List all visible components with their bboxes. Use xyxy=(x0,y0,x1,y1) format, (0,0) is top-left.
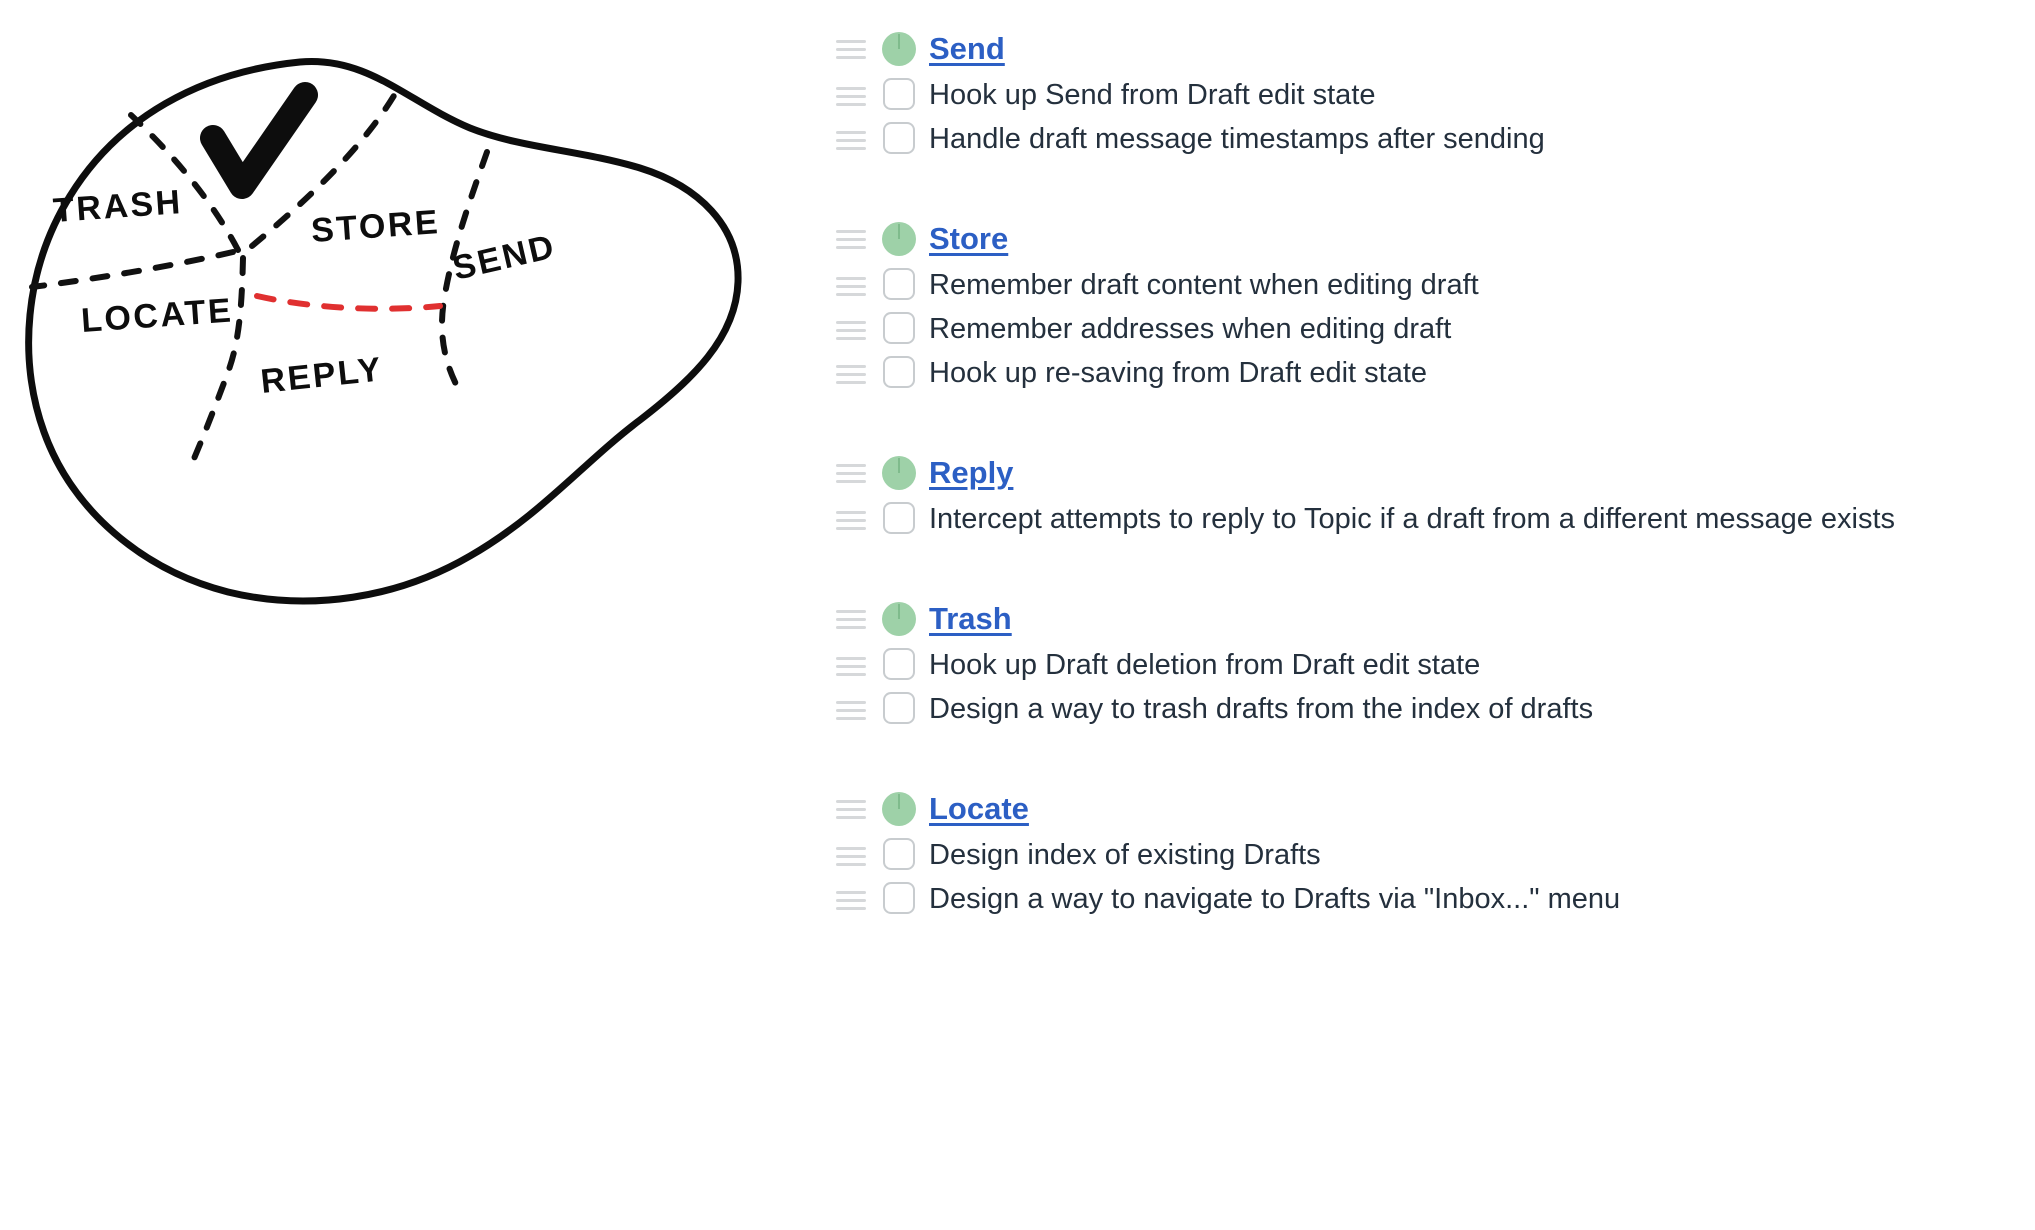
task-row[interactable]: Remember draft content when editing draf… xyxy=(836,264,1986,308)
status-progress-icon xyxy=(882,222,916,256)
task-row[interactable]: Handle draft message timestamps after se… xyxy=(836,118,1986,162)
drag-handle-icon[interactable] xyxy=(836,352,868,396)
group-header-row[interactable]: Store xyxy=(836,214,1986,264)
task-label: Hook up Draft deletion from Draft edit s… xyxy=(929,649,1481,681)
group-title-link[interactable]: Trash xyxy=(929,601,1012,636)
drag-handle-icon[interactable] xyxy=(836,308,868,352)
checklist-group-locate: Locate Design index of existing Drafts D… xyxy=(836,784,1986,922)
checklist-group-reply: Reply Intercept attempts to reply to Top… xyxy=(836,448,1986,542)
task-label: Design a way to trash drafts from the in… xyxy=(929,693,1594,725)
task-label: Hook up Send from Draft edit state xyxy=(929,79,1376,111)
task-checkbox[interactable] xyxy=(883,268,915,300)
drag-handle-icon[interactable] xyxy=(836,118,868,162)
task-checkbox[interactable] xyxy=(883,648,915,680)
group-title-link[interactable]: Store xyxy=(929,221,1008,256)
task-checkbox[interactable] xyxy=(883,312,915,344)
task-label: Hook up re-saving from Draft edit state xyxy=(929,357,1428,389)
group-header-row[interactable]: Trash xyxy=(836,594,1986,644)
drag-handle-icon[interactable] xyxy=(836,644,868,688)
group-title-link[interactable]: Locate xyxy=(929,791,1029,826)
blob-diagram-illustration: TRASH STORE SEND LOCATE REPLY xyxy=(0,0,800,660)
task-row[interactable]: Intercept attempts to reply to Topic if … xyxy=(836,498,1986,542)
task-checkbox[interactable] xyxy=(883,78,915,110)
group-title-link[interactable]: Reply xyxy=(929,455,1013,490)
task-checkbox[interactable] xyxy=(883,122,915,154)
task-checkbox[interactable] xyxy=(883,882,915,914)
group-title-link[interactable]: Send xyxy=(929,31,1005,66)
task-row[interactable]: Hook up Send from Draft edit state xyxy=(836,74,1986,118)
task-checkbox[interactable] xyxy=(883,356,915,388)
drag-handle-icon[interactable] xyxy=(836,74,868,118)
checklist: Send Hook up Send from Draft edit state … xyxy=(836,24,1986,922)
task-label: Remember addresses when editing draft xyxy=(929,313,1452,345)
status-progress-icon xyxy=(882,602,916,636)
drag-handle-icon[interactable] xyxy=(836,878,868,922)
task-row[interactable]: Design a way to trash drafts from the in… xyxy=(836,688,1986,732)
task-label: Intercept attempts to reply to Topic if … xyxy=(929,503,1896,535)
task-label: Remember draft content when editing draf… xyxy=(929,269,1479,301)
checklist-group-store: Store Remember draft content when editin… xyxy=(836,214,1986,396)
drag-handle-icon[interactable] xyxy=(836,597,868,641)
task-label: Handle draft message timestamps after se… xyxy=(929,123,1545,155)
task-row[interactable]: Design index of existing Drafts xyxy=(836,834,1986,878)
status-progress-icon xyxy=(882,32,916,66)
task-checkbox[interactable] xyxy=(883,838,915,870)
drag-handle-icon[interactable] xyxy=(836,498,868,542)
blob-diagram-svg: TRASH STORE SEND LOCATE REPLY xyxy=(25,57,742,605)
task-label: Design a way to navigate to Drafts via "… xyxy=(929,883,1621,915)
drag-handle-icon[interactable] xyxy=(836,27,868,71)
status-progress-icon xyxy=(882,792,916,826)
page-root: TRASH STORE SEND LOCATE REPLY Send Hook … xyxy=(0,0,2035,1230)
drag-handle-icon[interactable] xyxy=(836,264,868,308)
group-header-row[interactable]: Locate xyxy=(836,784,1986,834)
task-label: Design index of existing Drafts xyxy=(929,839,1321,871)
task-row[interactable]: Design a way to navigate to Drafts via "… xyxy=(836,878,1986,922)
checklist-group-send: Send Hook up Send from Draft edit state … xyxy=(836,24,1986,162)
task-row[interactable]: Hook up re-saving from Draft edit state xyxy=(836,352,1986,396)
drag-handle-icon[interactable] xyxy=(836,688,868,732)
drag-handle-icon[interactable] xyxy=(836,787,868,831)
checklist-group-trash: Trash Hook up Draft deletion from Draft … xyxy=(836,594,1986,732)
group-header-row[interactable]: Reply xyxy=(836,448,1986,498)
drag-handle-icon[interactable] xyxy=(836,217,868,261)
task-row[interactable]: Hook up Draft deletion from Draft edit s… xyxy=(836,644,1986,688)
task-row[interactable]: Remember addresses when editing draft xyxy=(836,308,1986,352)
task-checkbox[interactable] xyxy=(883,502,915,534)
status-progress-icon xyxy=(882,456,916,490)
group-header-row[interactable]: Send xyxy=(836,24,1986,74)
drag-handle-icon[interactable] xyxy=(836,834,868,878)
task-checkbox[interactable] xyxy=(883,692,915,724)
drag-handle-icon[interactable] xyxy=(836,451,868,495)
